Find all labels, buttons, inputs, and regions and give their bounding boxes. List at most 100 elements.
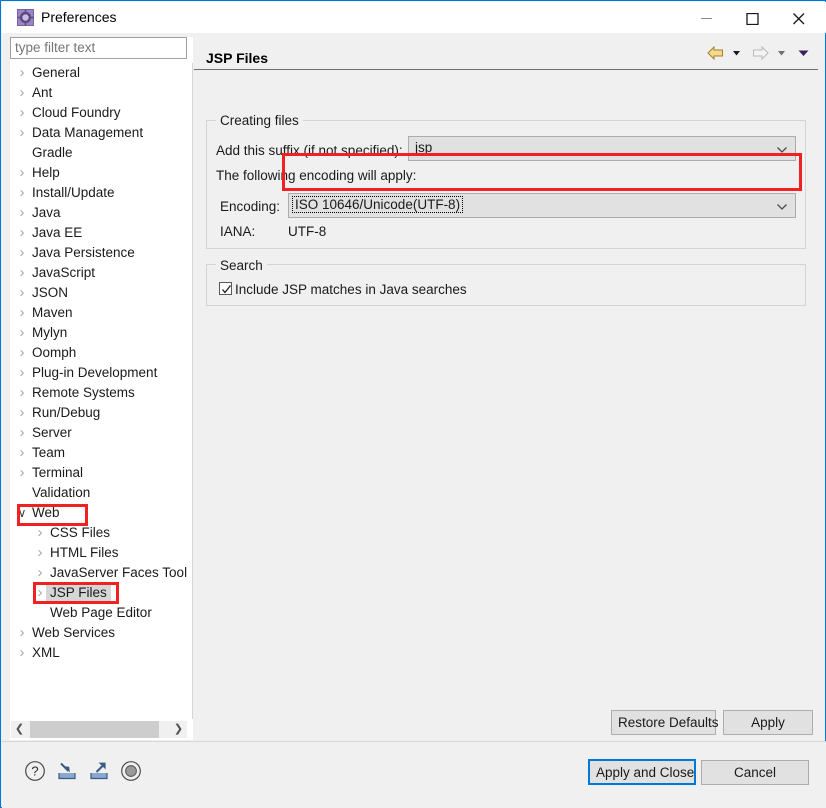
tree-item-cloud-foundry[interactable]: › Cloud Foundry xyxy=(10,103,192,123)
tree-item-web-services[interactable]: › Web Services xyxy=(10,623,192,643)
tree-item-label: Oomph xyxy=(32,345,77,360)
encoding-note: The following encoding will apply: xyxy=(216,168,417,183)
tree-item-plug-in-development[interactable]: › Plug-in Development xyxy=(10,363,192,383)
chevron-right-icon[interactable]: › xyxy=(15,623,29,643)
chevron-right-icon[interactable]: › xyxy=(15,643,29,663)
chevron-right-icon[interactable]: › xyxy=(15,63,29,83)
cancel-button[interactable]: Cancel xyxy=(701,760,809,785)
close-button[interactable] xyxy=(776,3,822,33)
tree-item-validation[interactable]: Validation xyxy=(10,483,192,503)
forward-arrow-icon xyxy=(752,45,769,65)
tree-item-web-page-editor[interactable]: Web Page Editor xyxy=(10,603,192,623)
chevron-right-icon[interactable]: › xyxy=(33,523,47,543)
chevron-right-icon[interactable]: › xyxy=(15,223,29,243)
tree-item-label: Server xyxy=(32,425,72,440)
encoding-combo[interactable]: ISO 10646/Unicode(UTF-8) xyxy=(288,193,796,218)
tree-item-terminal[interactable]: › Terminal xyxy=(10,463,192,483)
chevron-right-icon[interactable]: › xyxy=(15,303,29,323)
tree-item-java-persistence[interactable]: › Java Persistence xyxy=(10,243,192,263)
tree-item-label: JavaServer Faces Tool xyxy=(50,565,188,580)
import-icon[interactable] xyxy=(56,760,78,787)
preferences-tree[interactable]: › General › Ant › Cloud Foundry › Data Manageme… xyxy=(10,63,193,719)
chevron-right-icon[interactable]: › xyxy=(15,323,29,343)
chevron-right-icon[interactable]: › xyxy=(15,423,29,443)
chevron-right-icon[interactable]: › xyxy=(15,383,29,403)
tree-item-label: Java Persistence xyxy=(32,245,135,260)
page-nav-toolbar xyxy=(705,45,810,66)
back-arrow-icon[interactable] xyxy=(707,45,724,65)
chevron-right-icon[interactable]: › xyxy=(15,83,29,103)
chevron-right-icon[interactable]: › xyxy=(15,403,29,423)
chevron-right-icon[interactable]: ❯ xyxy=(170,721,187,738)
tree-item-css-files[interactable]: › CSS Files xyxy=(10,523,192,543)
chevron-right-icon[interactable]: › xyxy=(15,463,29,483)
chevron-right-icon[interactable]: › xyxy=(15,443,29,463)
tree-item-json[interactable]: › JSON xyxy=(10,283,192,303)
tree-item-general[interactable]: › General xyxy=(10,63,192,83)
chevron-right-icon[interactable]: › xyxy=(15,363,29,383)
tree-item-label: Team xyxy=(32,445,66,460)
maximize-button[interactable] xyxy=(730,3,776,33)
tree-item-remote-systems[interactable]: › Remote Systems xyxy=(10,383,192,403)
tree-item-gradle[interactable]: Gradle xyxy=(10,143,192,163)
minimize-button[interactable] xyxy=(684,3,730,33)
help-question-icon[interactable]: ? xyxy=(24,760,46,787)
forward-menu-chevron-down-icon[interactable] xyxy=(776,46,787,65)
tree-item-run-debug[interactable]: › Run/Debug xyxy=(10,403,192,423)
include-jsp-matches-checkbox[interactable] xyxy=(219,282,232,295)
tree-item-mylyn[interactable]: › Mylyn xyxy=(10,323,192,343)
scrollbar-thumb[interactable] xyxy=(30,721,159,738)
tree-item-data-management[interactable]: › Data Management xyxy=(10,123,192,143)
chevron-right-icon[interactable]: › xyxy=(15,203,29,223)
include-jsp-matches-label: Include JSP matches in Java searches xyxy=(235,282,467,297)
tree-item-web[interactable]: ∨ Web xyxy=(10,503,192,523)
preference-page-jsp-files: JSP Files Creating files Add this suffix… xyxy=(194,37,818,740)
tree-item-maven[interactable]: › Maven xyxy=(10,303,192,323)
back-menu-chevron-down-icon[interactable] xyxy=(731,46,742,65)
tree-item-label: CSS Files xyxy=(50,525,111,540)
view-menu-chevron-down-icon[interactable] xyxy=(797,46,810,65)
chevron-down-icon[interactable]: ∨ xyxy=(15,503,29,523)
suffix-label: Add this suffix (if not specified): xyxy=(216,143,403,158)
chevron-right-icon[interactable]: › xyxy=(15,343,29,363)
chevron-left-icon[interactable]: ❮ xyxy=(11,721,28,738)
chevron-right-icon[interactable]: › xyxy=(15,103,29,123)
chevron-right-icon[interactable]: › xyxy=(33,583,47,603)
tree-horizontal-scrollbar[interactable]: ❮ ❯ xyxy=(11,721,187,738)
tree-item-help[interactable]: › Help xyxy=(10,163,192,183)
maximize-icon xyxy=(746,13,759,25)
chevron-right-icon[interactable]: › xyxy=(15,263,29,283)
chevron-right-icon[interactable]: › xyxy=(33,563,47,583)
tree-item-oomph[interactable]: › Oomph xyxy=(10,343,192,363)
tree-item-jsp-files[interactable]: › JSP Files xyxy=(10,583,192,603)
tree-item-javaserver-faces-tool[interactable]: › JavaServer Faces Tool xyxy=(10,563,192,583)
chevron-right-icon[interactable]: › xyxy=(15,123,29,143)
encoding-label: Encoding: xyxy=(220,199,281,214)
chevron-right-icon[interactable]: › xyxy=(15,243,29,263)
apply-button[interactable]: Apply xyxy=(723,710,813,735)
tree-item-java[interactable]: › Java xyxy=(10,203,192,223)
tree-item-xml[interactable]: › XML xyxy=(10,643,192,663)
tree-item-label: Install/Update xyxy=(32,185,115,200)
tree-item-label: Help xyxy=(32,165,60,180)
tree-item-install-update[interactable]: › Install/Update xyxy=(10,183,192,203)
chevron-right-icon[interactable]: › xyxy=(15,283,29,303)
tree-item-label: HTML Files xyxy=(50,545,119,560)
tree-item-label: Web Services xyxy=(32,625,116,640)
chevron-right-icon[interactable]: › xyxy=(15,183,29,203)
chevron-right-icon[interactable]: › xyxy=(33,543,47,563)
tree-item-ant[interactable]: › Ant xyxy=(10,83,192,103)
tree-item-server[interactable]: › Server xyxy=(10,423,192,443)
checkmark-icon xyxy=(222,285,232,294)
apply-and-close-button[interactable]: Apply and Close xyxy=(588,759,696,785)
export-icon[interactable] xyxy=(88,760,110,787)
record-circle-icon[interactable] xyxy=(120,760,142,787)
tree-item-javascript[interactable]: › JavaScript xyxy=(10,263,192,283)
tree-item-java-ee[interactable]: › Java EE xyxy=(10,223,192,243)
restore-defaults-button[interactable]: Restore Defaults xyxy=(611,710,719,735)
suffix-combo[interactable]: jsp xyxy=(408,136,796,161)
chevron-right-icon[interactable]: › xyxy=(15,163,29,183)
tree-item-html-files[interactable]: › HTML Files xyxy=(10,543,192,563)
tree-item-team[interactable]: › Team xyxy=(10,443,192,463)
tree-item-label: Validation xyxy=(32,485,91,500)
